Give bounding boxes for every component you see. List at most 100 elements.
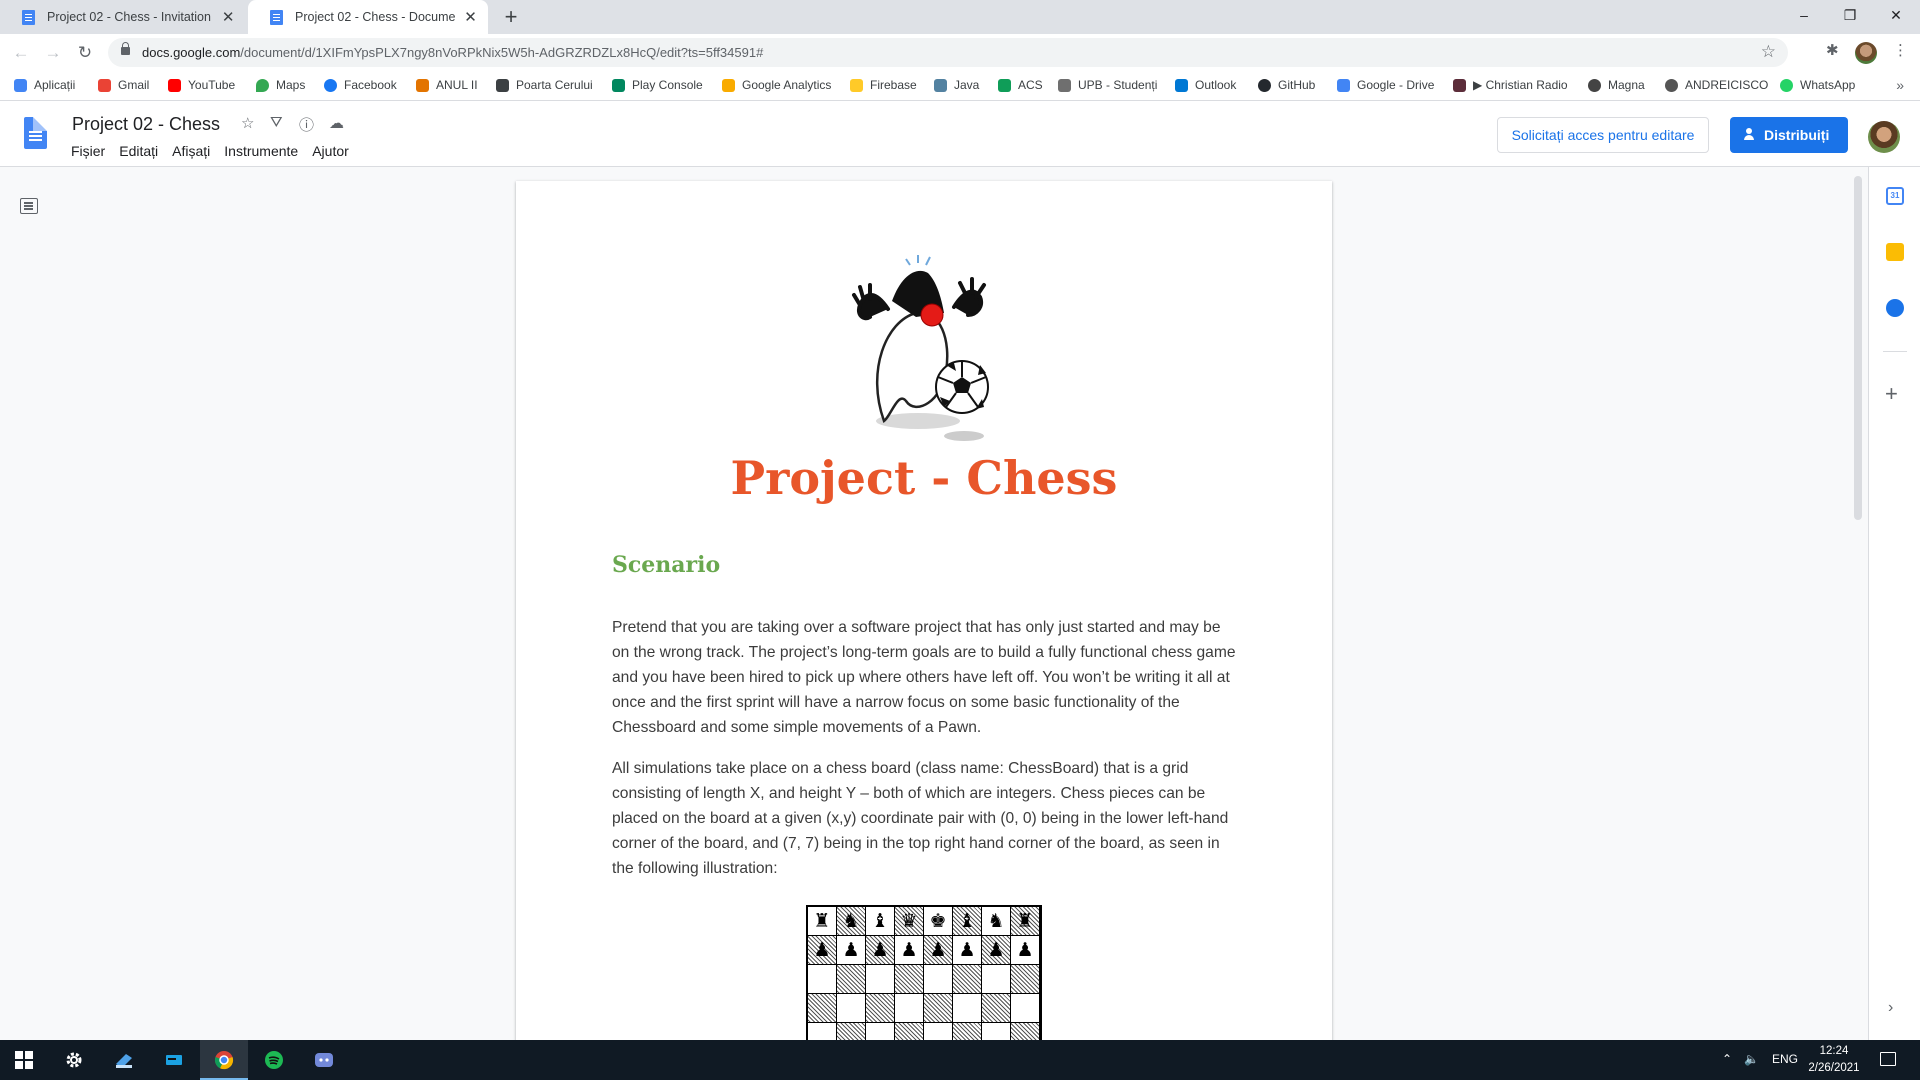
minimize-button[interactable]: – bbox=[1781, 0, 1827, 30]
scenario-paragraph-2: All simulations take place on a chess bo… bbox=[612, 760, 1229, 877]
profile-avatar[interactable] bbox=[1855, 42, 1877, 64]
board-square: ♟ bbox=[866, 936, 895, 965]
scenario-heading: Scenario bbox=[612, 552, 721, 578]
volume-icon[interactable]: 🔈 bbox=[1744, 1052, 1759, 1066]
menu-help[interactable]: Ajutor bbox=[312, 143, 349, 159]
bookmark-facebook[interactable]: Facebook bbox=[324, 78, 397, 92]
show-hidden-icons-icon[interactable]: ⌃ bbox=[1722, 1052, 1732, 1066]
extensions-icon[interactable]: ✱ bbox=[1826, 41, 1839, 59]
board-square: ♜ bbox=[808, 907, 837, 936]
bookmark-maps[interactable]: Maps bbox=[256, 78, 305, 92]
share-button[interactable]: Distribuiți bbox=[1730, 117, 1848, 153]
start-button[interactable] bbox=[0, 1040, 48, 1080]
add-addon-button[interactable]: + bbox=[1885, 381, 1898, 407]
tab-title: Project 02 - Chess - Documente bbox=[295, 10, 455, 24]
back-button[interactable]: ← bbox=[8, 40, 34, 66]
board-square: ♝ bbox=[866, 907, 895, 936]
account-avatar[interactable] bbox=[1868, 121, 1900, 153]
action-center-icon[interactable] bbox=[1880, 1052, 1896, 1066]
star-icon[interactable]: ☆ bbox=[241, 114, 254, 132]
calendar-icon[interactable]: 31 bbox=[1886, 187, 1904, 205]
bookmark-andreicisco[interactable]: ANDREICISCO bbox=[1665, 78, 1768, 92]
more-bookmarks-button[interactable]: » bbox=[1896, 77, 1904, 93]
document-page[interactable]: Project - Chess Scenario Pretend that yo… bbox=[516, 181, 1332, 1041]
clock-time: 12:24 bbox=[1819, 1045, 1849, 1057]
board-square bbox=[837, 1023, 866, 1041]
bookmark-github[interactable]: GitHub bbox=[1258, 78, 1315, 92]
document-title[interactable]: Project 02 - Chess bbox=[72, 114, 220, 135]
language-indicator[interactable]: ENG bbox=[1772, 1052, 1798, 1066]
taskbar-discord[interactable] bbox=[300, 1040, 348, 1080]
menu-view[interactable]: Afișați bbox=[172, 143, 210, 159]
bookmark-poarta-cerului[interactable]: Poarta Cerului bbox=[496, 78, 593, 92]
chrome-menu-icon[interactable]: ⋮ bbox=[1893, 41, 1908, 59]
board-square bbox=[1011, 965, 1040, 994]
restore-button[interactable]: ❐ bbox=[1827, 0, 1873, 30]
address-bar[interactable]: docs.google.com/document/d/1XIFmYpsPLX7n… bbox=[108, 38, 1788, 67]
url-text: docs.google.com/document/d/1XIFmYpsPLX7n… bbox=[142, 45, 764, 60]
system-clock[interactable]: 12:24 2/26/2021 bbox=[1806, 1043, 1862, 1077]
menu-file[interactable]: Fișier bbox=[71, 143, 105, 159]
bookmark-firebase[interactable]: Firebase bbox=[850, 78, 917, 92]
board-square bbox=[953, 965, 982, 994]
bookmark-star-icon[interactable]: ☆ bbox=[1761, 42, 1776, 62]
info-icon[interactable]: ⓘ bbox=[299, 114, 314, 135]
menu-tools[interactable]: Instrumente bbox=[224, 143, 298, 159]
radio-icon bbox=[1453, 78, 1466, 92]
menu-edit[interactable]: Editați bbox=[119, 143, 158, 159]
taskbar-chrome[interactable] bbox=[200, 1040, 248, 1080]
tab-document[interactable]: Project 02 - Chess - Documente ✕ bbox=[248, 0, 488, 34]
close-tab-icon[interactable]: ✕ bbox=[220, 8, 236, 26]
tasks-icon[interactable] bbox=[1886, 299, 1904, 317]
board-square: ♟ bbox=[1011, 936, 1040, 965]
close-tab-icon[interactable]: ✕ bbox=[463, 8, 478, 26]
taskbar-settings[interactable] bbox=[50, 1040, 98, 1080]
bookmark-outlook[interactable]: Outlook bbox=[1175, 78, 1236, 92]
taskbar-app-ide[interactable] bbox=[150, 1040, 198, 1080]
docs-logo-icon[interactable] bbox=[24, 117, 47, 149]
bookmark-christian-radio[interactable]: ▶ Christian Radio bbox=[1453, 78, 1568, 92]
cloud-saved-icon[interactable]: ☁ bbox=[329, 114, 344, 132]
bookmark-acs[interactable]: ACS bbox=[998, 78, 1043, 92]
scrollbar-thumb[interactable] bbox=[1854, 176, 1862, 520]
bookmark-whatsapp[interactable]: WhatsApp bbox=[1780, 78, 1855, 92]
keep-icon[interactable] bbox=[1886, 243, 1904, 261]
close-window-button[interactable]: ✕ bbox=[1873, 0, 1919, 30]
bookmark-gmail[interactable]: Gmail bbox=[98, 78, 149, 92]
board-square bbox=[866, 965, 895, 994]
board-square bbox=[866, 994, 895, 1023]
document-heading: Project - Chess bbox=[730, 451, 1118, 505]
board-square bbox=[924, 994, 953, 1023]
bookmark-anul-ii[interactable]: ANUL II bbox=[416, 78, 478, 92]
document-outline-icon[interactable] bbox=[20, 198, 38, 214]
scenario-paragraph-1: Pretend that you are taking over a softw… bbox=[612, 619, 1236, 736]
docs-header: Project 02 - Chess ☆ ⛛ ⓘ ☁ Fișier Editaț… bbox=[0, 101, 1920, 167]
expand-panel-button[interactable]: › bbox=[1888, 999, 1893, 1017]
request-edit-access-button[interactable]: Solicitați acces pentru editare bbox=[1497, 117, 1709, 153]
move-to-drive-icon[interactable]: ⛛ bbox=[270, 114, 283, 131]
share-button-label: Distribuiți bbox=[1764, 127, 1830, 143]
bookmark-upb[interactable]: UPB - Studenți bbox=[1058, 78, 1157, 92]
bookmark-magna[interactable]: Magna bbox=[1588, 78, 1645, 92]
tab-invitation[interactable]: Project 02 - Chess - Invitation to ✕ bbox=[0, 0, 246, 34]
taskbar-spotify[interactable] bbox=[250, 1040, 298, 1080]
bookmark-play-console[interactable]: Play Console bbox=[612, 78, 703, 92]
whatsapp-icon bbox=[1780, 78, 1793, 92]
board-square bbox=[924, 1023, 953, 1041]
new-tab-button[interactable]: + bbox=[498, 4, 524, 30]
taskbar-app-blue[interactable] bbox=[100, 1040, 148, 1080]
board-square: ♞ bbox=[837, 907, 866, 936]
bookmark-apps[interactable]: Aplicații bbox=[14, 78, 75, 92]
bookmark-google-drive[interactable]: Google - Drive bbox=[1337, 78, 1434, 92]
reload-button[interactable]: ↻ bbox=[72, 40, 98, 66]
forward-button[interactable]: → bbox=[40, 40, 66, 66]
board-square bbox=[837, 965, 866, 994]
bookmark-google-analytics[interactable]: Google Analytics bbox=[722, 78, 831, 92]
upb-icon bbox=[1058, 78, 1071, 92]
board-square: ♟ bbox=[982, 936, 1011, 965]
docs-menu-bar: Fișier Editați Afișați Instrumente Ajuto… bbox=[71, 143, 363, 159]
ide-icon bbox=[166, 1055, 182, 1065]
bookmark-youtube[interactable]: YouTube bbox=[168, 78, 235, 92]
bookmark-java[interactable]: Java bbox=[934, 78, 979, 92]
board-square bbox=[953, 1023, 982, 1041]
